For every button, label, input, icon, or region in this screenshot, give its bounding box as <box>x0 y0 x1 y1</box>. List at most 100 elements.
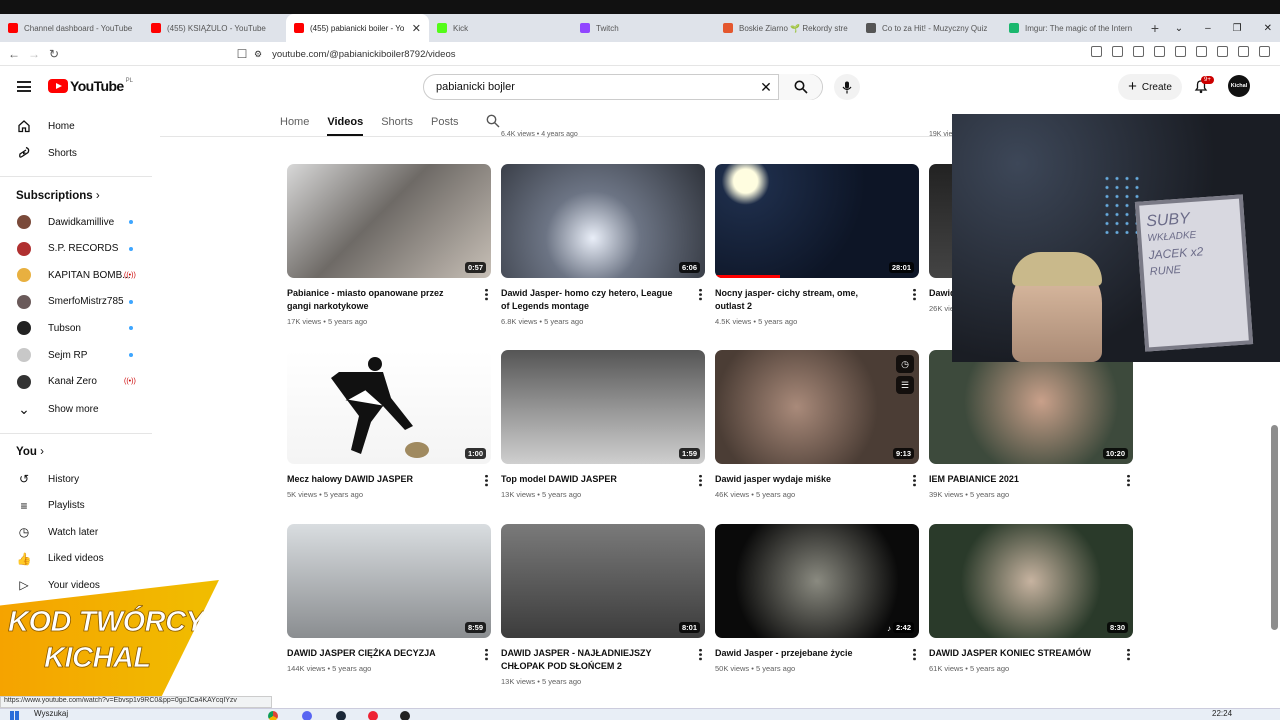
taskbar-app-icon[interactable] <box>302 711 312 720</box>
video-title[interactable]: Nocny jasper- cichy stream, ome, outlast… <box>715 287 890 313</box>
video-thumbnail[interactable]: 28:01 <box>715 164 919 278</box>
sidebar-subscription[interactable]: Kanał Zero ((•)) <box>0 369 152 395</box>
video-thumbnail[interactable]: 1:00 <box>287 350 491 464</box>
browser-tab[interactable]: (455) KSIĄŻULO - YouTube <box>143 14 286 42</box>
browser-tab[interactable]: Boskie Ziarno 🌱 Rekordy stre <box>715 14 858 42</box>
site-info-icon[interactable]: ⚙ <box>254 49 262 60</box>
search-input[interactable]: pabianicki bojler <box>424 81 754 93</box>
extension-icon[interactable] <box>1112 46 1123 57</box>
menu-icon[interactable] <box>17 81 31 92</box>
clear-search-icon[interactable]: ✕ <box>754 79 778 96</box>
sidebar-item-playlists[interactable]: ≡ Playlists <box>0 493 152 519</box>
windows-start-icon[interactable] <box>10 711 19 720</box>
video-thumbnail[interactable]: 6:06 <box>501 164 705 278</box>
tab-posts[interactable]: Posts <box>431 108 459 136</box>
video-card[interactable]: 1:59 Top model DAWID JASPER 13K views • 5 … <box>501 350 705 499</box>
video-thumbnail[interactable]: 0:57 <box>287 164 491 278</box>
new-tab-button[interactable]: + <box>1144 20 1166 36</box>
taskbar-obs-icon[interactable] <box>400 711 410 720</box>
more-options-icon[interactable] <box>699 288 702 301</box>
tab-shorts[interactable]: Shorts <box>381 108 413 136</box>
subscriptions-heading[interactable]: Subscriptions › <box>16 190 100 202</box>
youtube-logo[interactable]: YouTube PL <box>48 78 133 94</box>
tab-home[interactable]: Home <box>280 108 309 136</box>
sidebar-subscription[interactable]: Tubson <box>0 315 152 341</box>
video-title[interactable]: DAWID JASPER CIĘŻKA DECYZJA <box>287 647 462 660</box>
more-options-icon[interactable] <box>699 648 702 661</box>
video-card[interactable]: 8:01 DAWID JASPER - NAJŁADNIEJSZY CHŁOPAK… <box>501 524 705 686</box>
extension-icon[interactable] <box>1217 46 1228 57</box>
video-thumbnail[interactable]: 8:30 <box>929 524 1133 638</box>
video-thumbnail[interactable]: 9:13 ◷ ☰ <box>715 350 919 464</box>
sidebar-item-liked-videos[interactable]: 👍 Liked videos <box>0 546 152 572</box>
create-button[interactable]: + Create <box>1118 74 1182 100</box>
video-card[interactable]: 10:20 IEM PABIANICE 2021 39K views • 5 yea… <box>929 350 1133 499</box>
video-thumbnail[interactable]: 8:59 <box>287 524 491 638</box>
video-thumbnail[interactable]: 1:59 <box>501 350 705 464</box>
video-thumbnail[interactable]: 10:20 <box>929 350 1133 464</box>
tab-videos[interactable]: Videos <box>327 108 363 136</box>
voice-search-button[interactable] <box>834 74 860 100</box>
more-options-icon[interactable] <box>1127 474 1130 487</box>
video-card[interactable]: 28:01 Nocny jasper- cichy stream, ome, ou… <box>715 164 919 326</box>
more-options-icon[interactable] <box>699 474 702 487</box>
sidebar-subscription[interactable]: Sejm RP <box>0 342 152 368</box>
back-icon[interactable]: ← <box>4 47 24 61</box>
video-title[interactable]: DAWID JASPER - NAJŁADNIEJSZY CHŁOPAK POD… <box>501 647 676 673</box>
sidebar-subscription[interactable]: S.P. RECORDS <box>0 236 152 262</box>
browser-tab[interactable]: Channel dashboard - YouTube <box>0 14 143 42</box>
you-heading[interactable]: You › <box>16 446 44 458</box>
sidebar-item-home[interactable]: Home <box>0 113 152 139</box>
video-thumbnail[interactable]: 2:42 ♪ <box>715 524 919 638</box>
sidebar-item-show-more[interactable]: ⌄ Show more <box>0 396 152 422</box>
sidebar-subscription[interactable]: SmerfoMistrz785 <box>0 289 152 315</box>
sidebar-item-watch-later[interactable]: ◷ Watch later <box>0 519 152 545</box>
more-options-icon[interactable] <box>1127 648 1130 661</box>
video-card[interactable]: 8:59 DAWID JASPER CIĘŻKA DECYZJA 144K view… <box>287 524 491 673</box>
taskbar-app-icon[interactable] <box>336 711 346 720</box>
page-scrollbar[interactable] <box>1271 425 1278 630</box>
bookmark-icon[interactable]: ☐ <box>232 47 252 61</box>
extension-icon[interactable] <box>1091 46 1102 57</box>
taskbar-chrome-icon[interactable] <box>268 711 278 720</box>
video-title[interactable]: DAWID JASPER KONIEC STREAMÓW <box>929 647 1104 660</box>
reload-icon[interactable]: ↻ <box>44 47 64 61</box>
more-options-icon[interactable] <box>913 648 916 661</box>
video-thumbnail[interactable]: 8:01 <box>501 524 705 638</box>
extension-icon[interactable] <box>1238 46 1249 57</box>
video-title[interactable]: Top model DAWID JASPER <box>501 473 676 486</box>
forward-icon[interactable]: → <box>24 47 44 61</box>
browser-tab[interactable]: (455) pabianicki boiler - Yo ✕ <box>286 14 429 42</box>
url-field[interactable]: ⚙ youtube.com/@pabianickiboiler8792/vide… <box>254 44 984 64</box>
video-card[interactable]: 1:00 Mecz halowy DAWID JASPER 5K views • 5… <box>287 350 491 499</box>
sidebar-item-history[interactable]: ↺ History <box>0 466 152 492</box>
video-title[interactable]: Dawid Jasper- homo czy hetero, League of… <box>501 287 676 313</box>
taskbar-search[interactable]: Wyszukaj <box>34 709 68 718</box>
video-title[interactable]: Dawid jasper wydaje miśke <box>715 473 890 486</box>
video-card[interactable]: 0:57 Pabianice - miasto opanowane przez g… <box>287 164 491 326</box>
video-card[interactable]: 2:42 ♪ Dawid Jasper - przejebane życie 50K … <box>715 524 919 673</box>
extension-icon[interactable] <box>1259 46 1270 57</box>
video-title[interactable]: Mecz halowy DAWID JASPER <box>287 473 462 486</box>
video-card[interactable]: 6:06 Dawid Jasper- homo czy hetero, Leagu… <box>501 164 705 326</box>
browser-tab[interactable]: Twitch <box>572 14 715 42</box>
watch-later-icon[interactable]: ◷ <box>896 355 914 373</box>
more-options-icon[interactable] <box>913 288 916 301</box>
extension-icon[interactable] <box>1133 46 1144 57</box>
minimize-icon[interactable]: – <box>1205 23 1211 34</box>
channel-search-icon[interactable] <box>486 114 500 128</box>
browser-tab[interactable]: Co to za Hit! - Muzyczny Quiz <box>858 14 1001 42</box>
search-button[interactable] <box>778 74 822 100</box>
sidebar-item-shorts[interactable]: Shorts <box>0 140 152 166</box>
close-window-icon[interactable]: ✕ <box>1264 23 1272 34</box>
video-title[interactable]: Dawid Jasper - przejebane życie <box>715 647 890 660</box>
extension-icon[interactable] <box>1154 46 1165 57</box>
video-title[interactable]: IEM PABIANICE 2021 <box>929 473 1104 486</box>
browser-tab[interactable]: Imgur: The magic of the Intern <box>1001 14 1144 42</box>
taskbar-app-icon[interactable] <box>368 711 378 720</box>
tab-search-icon[interactable]: ⌄ <box>1175 23 1183 34</box>
more-options-icon[interactable] <box>485 648 488 661</box>
extension-icon[interactable] <box>1196 46 1207 57</box>
more-options-icon[interactable] <box>485 288 488 301</box>
sidebar-subscription[interactable]: Dawidkamillive <box>0 209 152 235</box>
